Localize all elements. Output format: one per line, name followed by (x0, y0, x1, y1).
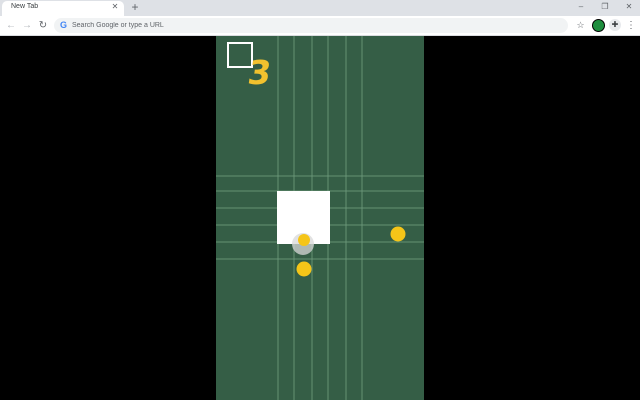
address-input[interactable] (72, 19, 552, 32)
browser-toolbar: ← → ↻ G ☆ ✚ ⋮ (0, 16, 640, 36)
new-tab-button[interactable]: + (129, 1, 141, 13)
forward-icon[interactable]: → (21, 20, 33, 32)
reload-icon[interactable]: ↻ (37, 20, 49, 32)
score-counter: 3 (245, 53, 274, 92)
tab-title: New Tab (11, 3, 39, 10)
coin (296, 261, 312, 277)
extensions-puzzle-icon[interactable]: ✚ (609, 19, 621, 31)
coin (390, 226, 406, 242)
tab-close-icon[interactable]: ✕ (110, 2, 120, 12)
tab-new-tab[interactable]: New Tab ✕ (2, 1, 124, 16)
bookmark-star-icon[interactable]: ☆ (574, 19, 587, 32)
close-window-button[interactable]: ✕ (618, 0, 640, 14)
tab-strip: New Tab ✕ + – ❐ ✕ (0, 0, 640, 16)
game-board[interactable]: 3 (216, 36, 424, 400)
coin (298, 234, 310, 246)
minimize-button[interactable]: – (570, 0, 592, 14)
google-g-icon: G (60, 20, 68, 30)
restore-button[interactable]: ❐ (594, 0, 616, 14)
back-icon[interactable]: ← (5, 20, 17, 32)
chrome-menu-icon[interactable]: ⋮ (626, 19, 636, 32)
omnibox[interactable]: G (54, 18, 568, 33)
profile-avatar-icon[interactable] (592, 19, 605, 32)
